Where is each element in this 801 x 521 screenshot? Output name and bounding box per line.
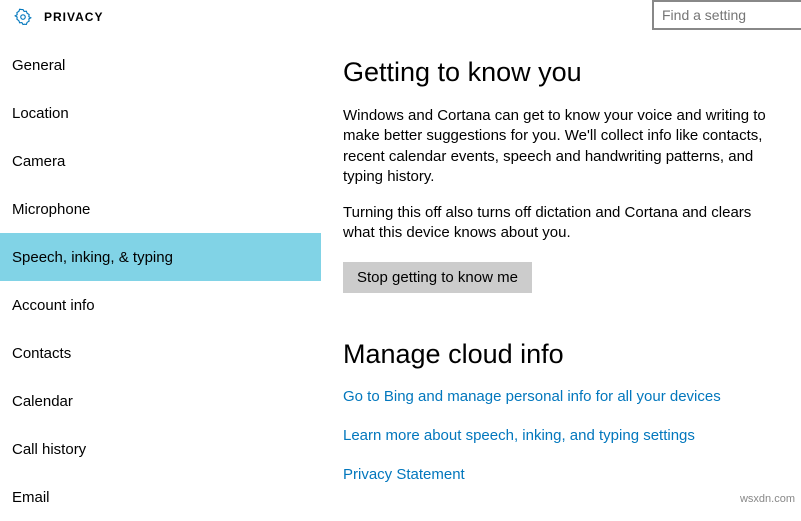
gear-icon (14, 8, 32, 26)
search-input[interactable] (652, 0, 801, 30)
sidebar-item-account-info[interactable]: Account info (0, 281, 321, 329)
page-title: PRIVACY (44, 10, 103, 24)
sidebar-item-call-history[interactable]: Call history (0, 425, 321, 473)
sidebar-item-label: Email (12, 489, 50, 506)
sidebar-item-email[interactable]: Email (0, 473, 321, 521)
sidebar-item-contacts[interactable]: Contacts (0, 329, 321, 377)
link-bing-personal-info[interactable]: Go to Bing and manage personal info for … (343, 388, 785, 405)
sidebar-item-label: Calendar (12, 393, 73, 410)
sidebar-item-calendar[interactable]: Calendar (0, 377, 321, 425)
sidebar-item-location[interactable]: Location (0, 89, 321, 137)
link-learn-more-speech[interactable]: Learn more about speech, inking, and typ… (343, 427, 785, 444)
sidebar-item-microphone[interactable]: Microphone (0, 185, 321, 233)
heading-manage-cloud-info: Manage cloud info (343, 339, 785, 370)
watermark: wsxdn.com (740, 493, 795, 505)
sidebar-item-camera[interactable]: Camera (0, 137, 321, 185)
paragraph-warning: Turning this off also turns off dictatio… (343, 203, 785, 244)
sidebar-item-label: Camera (12, 153, 65, 170)
content: Getting to know you Windows and Cortana … (321, 33, 801, 507)
link-privacy-statement[interactable]: Privacy Statement (343, 466, 785, 483)
sidebar-item-label: Call history (12, 441, 86, 458)
sidebar-item-label: Location (12, 105, 69, 122)
paragraph-description: Windows and Cortana can get to know your… (343, 106, 785, 187)
sidebar-item-general[interactable]: General (0, 41, 321, 89)
sidebar-item-speech-inking-typing[interactable]: Speech, inking, & typing (0, 233, 321, 281)
sidebar-item-label: Speech, inking, & typing (12, 249, 173, 266)
sidebar: General Location Camera Microphone Speec… (0, 33, 321, 507)
header: PRIVACY (0, 0, 801, 33)
sidebar-item-label: Contacts (12, 345, 71, 362)
sidebar-item-label: General (12, 57, 65, 74)
sidebar-item-label: Account info (12, 297, 95, 314)
sidebar-item-label: Microphone (12, 201, 90, 218)
layout: General Location Camera Microphone Speec… (0, 33, 801, 507)
stop-getting-to-know-me-button[interactable]: Stop getting to know me (343, 262, 532, 293)
heading-getting-to-know-you: Getting to know you (343, 57, 785, 88)
